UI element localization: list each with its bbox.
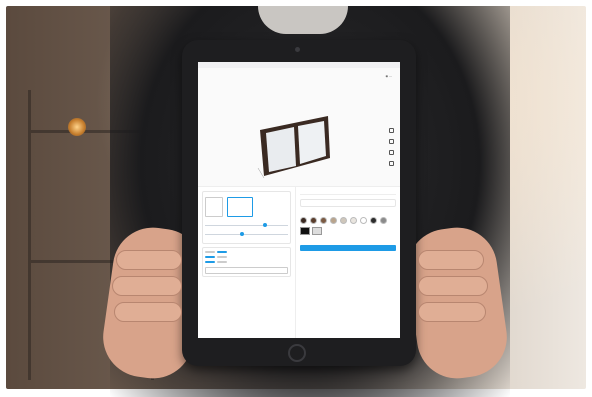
height-slider-knob[interactable] (239, 232, 244, 236)
3d-window-viewer[interactable]: ◉ ⋯ (198, 68, 400, 187)
left-finger-2 (112, 276, 182, 296)
left-config-panel (198, 187, 296, 338)
color-swatch-8[interactable] (370, 217, 377, 224)
summary-row-3 (300, 212, 396, 214)
right-finger-1 (418, 250, 484, 270)
left-finger-1 (116, 250, 182, 270)
window-model-graphic (257, 116, 330, 179)
color-swatch-6[interactable] (350, 217, 357, 224)
color-swatch-1[interactable] (300, 217, 307, 224)
options-card (202, 247, 291, 277)
chip-3[interactable] (205, 256, 215, 258)
buy-button[interactable] (300, 245, 396, 251)
shirt-collar (258, 6, 348, 34)
width-slider[interactable] (205, 223, 288, 227)
width-slider-knob[interactable] (263, 223, 268, 227)
front-camera (295, 47, 300, 52)
window-pane-left (266, 127, 296, 172)
left-finger-3 (114, 302, 182, 322)
tool-icon-4[interactable] (389, 161, 394, 166)
summary-tabs (300, 191, 396, 195)
color-swatch-3[interactable] (320, 217, 327, 224)
photo-scene: ◉ ⋯ (0, 0, 592, 397)
viewer-toolbar (389, 128, 394, 166)
chip-5[interactable] (205, 261, 215, 263)
window-type-card (202, 191, 291, 244)
viewer-header-icons[interactable]: ◉ ⋯ (386, 74, 392, 78)
summary-row (303, 202, 393, 204)
right-summary-panel (296, 187, 400, 338)
summary-item-selected[interactable] (300, 199, 396, 207)
tool-icon-1[interactable] (389, 128, 394, 133)
chip-2[interactable] (217, 251, 227, 253)
right-finger-2 (418, 276, 488, 296)
configurator-panels (198, 187, 400, 338)
window-type-options (205, 197, 288, 217)
color-swatch-9[interactable] (380, 217, 387, 224)
home-button[interactable] (288, 344, 306, 362)
color-swatch-7[interactable] (360, 217, 367, 224)
option-double[interactable] (227, 197, 253, 217)
finish-dark[interactable] (300, 227, 310, 235)
finish-light[interactable] (312, 227, 322, 235)
right-finger-3 (418, 302, 486, 322)
option-single[interactable] (205, 197, 223, 217)
finish-options (300, 227, 396, 236)
tablet-device: ◉ ⋯ (182, 40, 416, 366)
dimension-line (257, 167, 265, 179)
tool-icon-3[interactable] (389, 150, 394, 155)
color-swatch-4[interactable] (330, 217, 337, 224)
chip-6[interactable] (217, 261, 227, 263)
color-swatches (300, 217, 396, 224)
color-swatch-2[interactable] (310, 217, 317, 224)
chip-1[interactable] (205, 251, 215, 253)
tablet-screen: ◉ ⋯ (198, 62, 400, 338)
background-lamp (68, 118, 86, 136)
height-slider[interactable] (205, 232, 288, 236)
dropdown-select[interactable] (205, 267, 288, 274)
color-swatch-5[interactable] (340, 217, 347, 224)
chip-4[interactable] (217, 256, 227, 258)
tool-icon-2[interactable] (389, 139, 394, 144)
total-row (300, 240, 396, 242)
